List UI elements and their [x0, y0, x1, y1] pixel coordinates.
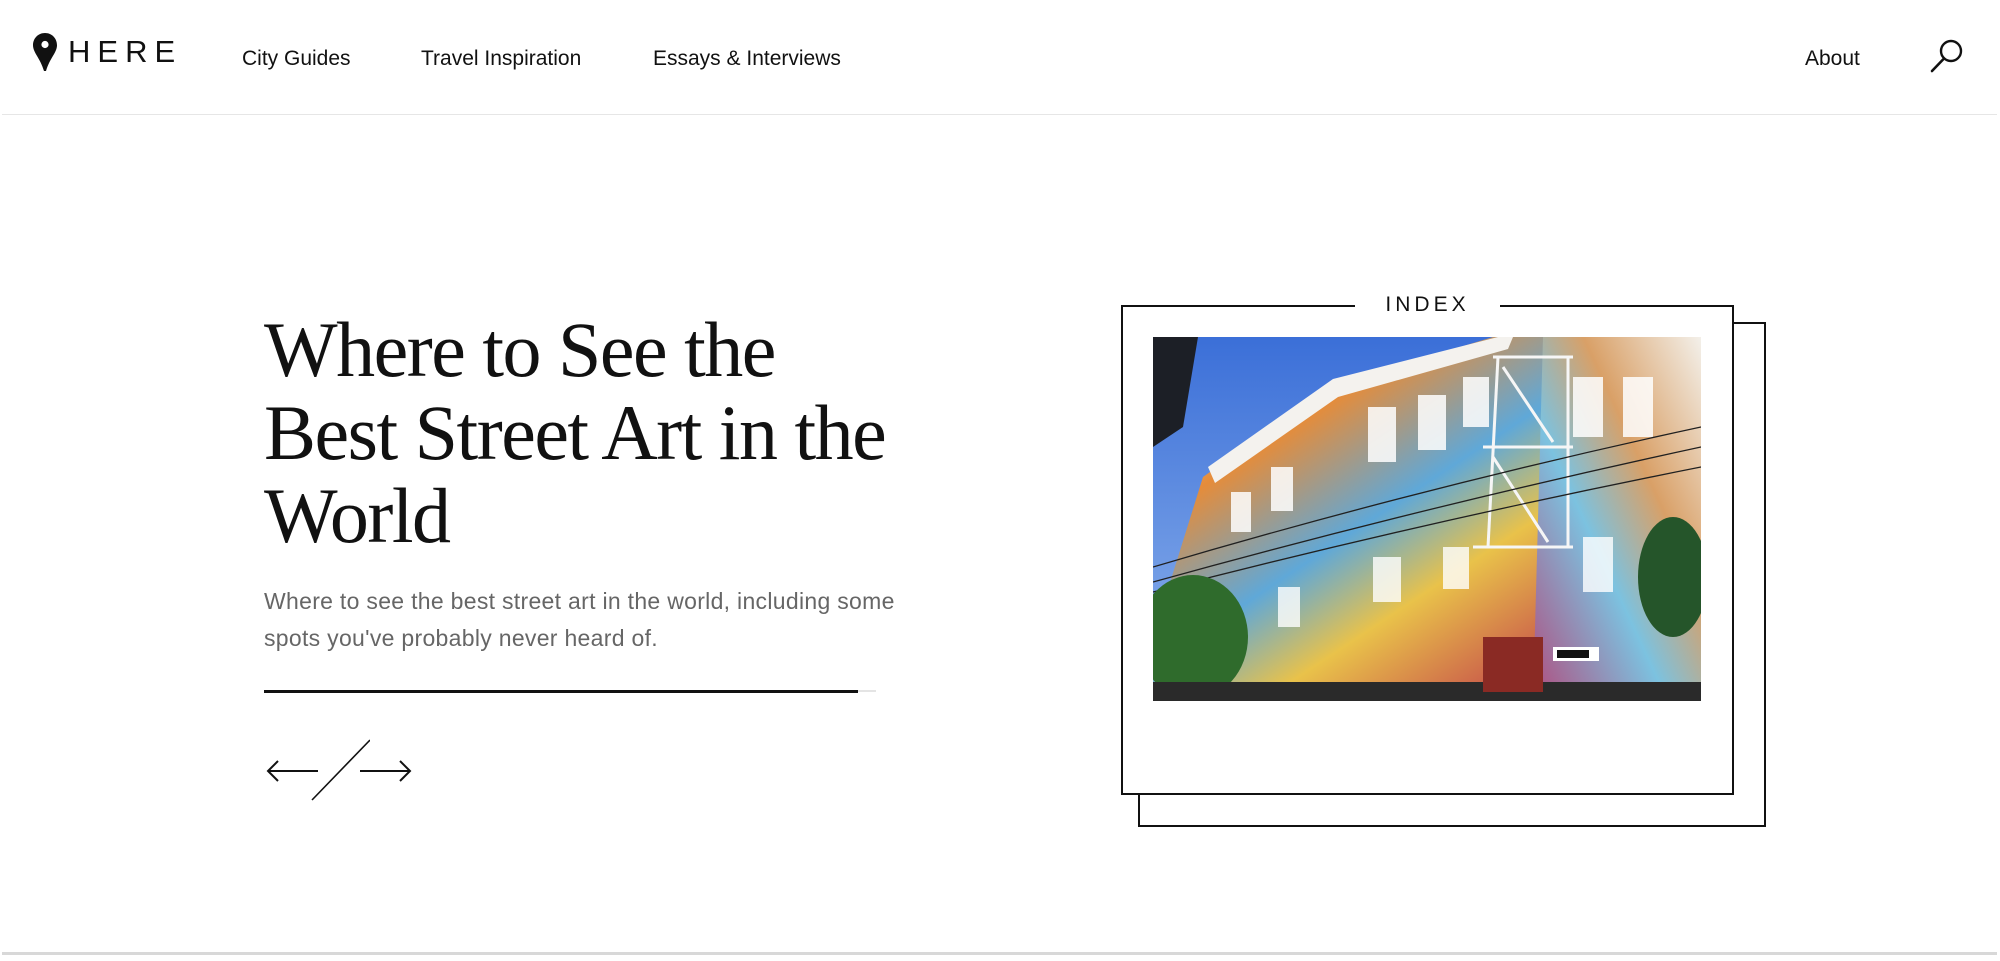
arrow-right-icon	[360, 760, 412, 782]
hero-subtitle: Where to see the best street art in the …	[264, 588, 895, 651]
nav-essays-interviews[interactable]: Essays & Interviews	[653, 46, 841, 72]
nav-travel-inspiration[interactable]: Travel Inspiration	[421, 46, 581, 72]
map-pin-icon	[33, 33, 57, 71]
hero-title[interactable]: Where to See the Best Street Art in the …	[264, 308, 904, 557]
slide-progress-fill	[264, 689, 858, 693]
next-slide-button[interactable]	[356, 738, 414, 802]
street-art-photo[interactable]	[1153, 337, 1701, 701]
search-button[interactable]	[1927, 36, 1967, 76]
nav-about[interactable]: About	[1805, 46, 1860, 72]
mural-building-image	[1153, 337, 1701, 701]
search-icon	[1930, 39, 1963, 73]
slider-controls	[264, 738, 414, 802]
logo-text: HERE	[68, 34, 183, 69]
page-frame: HERE City Guides Travel Inspiration Essa…	[2, 0, 1997, 955]
nav-city-guides[interactable]: City Guides	[242, 46, 351, 72]
slide-progress-bar	[264, 689, 876, 693]
card-label: INDEX	[1355, 288, 1500, 322]
logo-link[interactable]: HERE	[32, 32, 182, 72]
site-header: HERE City Guides Travel Inspiration Essa…	[2, 0, 1997, 115]
